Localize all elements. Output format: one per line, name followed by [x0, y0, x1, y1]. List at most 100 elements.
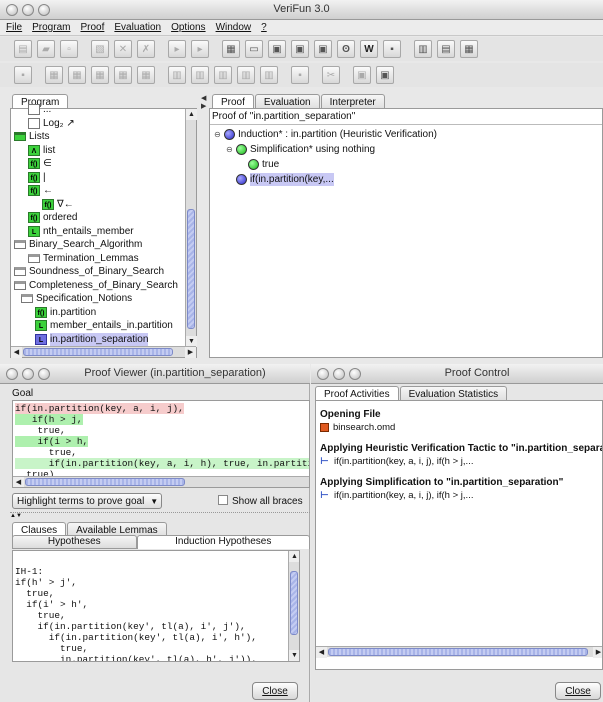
highlight-terms-dropdown[interactable]: Highlight terms to prove goal ▼: [12, 493, 162, 509]
program-tree-item[interactable]: Soundness_of_Binary_Search: [14, 265, 186, 279]
scroll-up-icon[interactable]: ▲: [186, 109, 197, 120]
program-tree-item[interactable]: f() in.partition: [14, 306, 186, 320]
tool-k-icon[interactable]: ▥: [260, 66, 278, 84]
program-tree-item[interactable]: f() ∈: [14, 157, 186, 171]
program-hscroll-thumb[interactable]: [23, 348, 173, 356]
program-tree-item[interactable]: Lin.partition_separation: [14, 332, 186, 347]
activities-scroll-right-icon[interactable]: ▶: [593, 647, 602, 658]
tool-i-icon[interactable]: ▥: [214, 66, 232, 84]
program-tree-item[interactable]: Lists: [14, 130, 186, 144]
menu-window[interactable]: Window: [216, 22, 252, 33]
program-tree-item[interactable]: Termination_Lemmas: [14, 252, 186, 266]
activity-item[interactable]: ⊢ if(in.partition(key, a, i, j), if(h > j…: [320, 456, 602, 467]
program-tree-item[interactable]: Lmember_entails_in.partition: [14, 319, 186, 333]
menu-options[interactable]: Options: [171, 22, 205, 33]
menu-file[interactable]: File: [6, 22, 22, 33]
goal-hscroll-thumb[interactable]: [25, 478, 185, 486]
menu-program[interactable]: Program: [32, 22, 70, 33]
program-tree-item[interactable]: f() ordered: [14, 211, 186, 225]
verifun-icon[interactable]: W: [360, 40, 378, 58]
program-tree-item[interactable]: Λlist: [14, 144, 186, 158]
activities-hscroll-thumb[interactable]: [328, 648, 588, 656]
activity-item[interactable]: binsearch.omd: [320, 422, 602, 433]
proof-tree-node[interactable]: ⊖ Induction* : in.partition (Heuristic Ve…: [214, 127, 594, 142]
program-tree-item[interactable]: Binary_Search_Algorithm: [14, 238, 186, 252]
menu-help[interactable]: ?: [261, 22, 267, 33]
view-icon[interactable]: ▪: [383, 40, 401, 58]
tree-toggle-icon[interactable]: ⊖: [214, 128, 224, 141]
goal-text[interactable]: if(in.partition(key, a, i, j), if(h > j,…: [15, 403, 309, 480]
activities-hscroll[interactable]: ◀ ▶: [316, 646, 602, 658]
proof-control-close-button[interactable]: Close: [555, 682, 601, 700]
open-file-icon[interactable]: ▰: [37, 40, 55, 58]
show-all-braces-checkbox[interactable]: [218, 495, 228, 505]
layout-two-icon[interactable]: ▤: [437, 40, 455, 58]
tool-g-icon[interactable]: ▥: [168, 66, 186, 84]
play-step-icon[interactable]: ▸: [191, 40, 209, 58]
program-hscroll[interactable]: ◀ ▶: [11, 346, 196, 358]
program-tree-item[interactable]: f() ←: [14, 184, 186, 198]
scroll-right-icon[interactable]: ▶: [185, 347, 196, 358]
scissors-icon[interactable]: ✂: [322, 66, 340, 84]
menu-evaluation[interactable]: Evaluation: [114, 22, 161, 33]
tool-l-icon[interactable]: ▪: [291, 66, 309, 84]
activities-scroll-left-icon[interactable]: ◀: [316, 647, 327, 658]
edit-icon[interactable]: ▧: [91, 40, 109, 58]
tab-induction-hypotheses[interactable]: Induction Hypotheses: [136, 535, 310, 549]
induction-hypotheses-text[interactable]: IH-1: if(h' > j', true, if(i' > h', true,…: [15, 566, 257, 661]
proof-tree-node-label: true: [262, 159, 280, 170]
program-tree-item-label: Soundness_of_Binary_Search: [29, 266, 165, 278]
tool-b-icon[interactable]: ▦: [45, 66, 63, 84]
activity-item[interactable]: ⊢ if(in.partition(key, a, i, j), if(h > j…: [320, 490, 602, 501]
program-tree-item[interactable]: Completeness_of_Binary_Search: [14, 279, 186, 293]
layout-three-icon[interactable]: ▦: [460, 40, 478, 58]
tab-hypotheses[interactable]: Hypotheses: [12, 535, 137, 549]
export-icon[interactable]: ▦: [222, 40, 240, 58]
tool-d-icon[interactable]: ▦: [91, 66, 109, 84]
program-tree-item[interactable]: ...: [14, 103, 186, 117]
program-tree-item[interactable]: f() ∇←: [14, 198, 186, 212]
program-tree-item[interactable]: Specification_Notions: [14, 292, 186, 306]
play-icon[interactable]: ▸: [168, 40, 186, 58]
program-tree-item[interactable]: Log₂ ↗: [14, 117, 186, 131]
tool-n-icon[interactable]: ▣: [376, 66, 394, 84]
layout-one-icon[interactable]: ▥: [414, 40, 432, 58]
tool-j-icon[interactable]: ▥: [237, 66, 255, 84]
scroll-left-icon[interactable]: ◀: [11, 347, 22, 358]
toolbar-bottom: ▪ ▦ ▦ ▦ ▦ ▦ ▥ ▥ ▥ ▥ ▥ ▪ ✂ ▣ ▣: [0, 63, 603, 87]
program-vscroll[interactable]: ▲ ▼: [185, 109, 197, 347]
delete-icon[interactable]: ✕: [114, 40, 132, 58]
goal-scroll-left-icon[interactable]: ◀: [13, 477, 24, 487]
program-vscroll-thumb[interactable]: [187, 209, 195, 329]
proof-tree-node[interactable]: ⊖ Simplification* using nothing: [214, 142, 594, 157]
delete-all-icon[interactable]: ✗: [137, 40, 155, 58]
duplicate-icon[interactable]: ▣: [314, 40, 332, 58]
proof-viewer-close-button[interactable]: Close: [252, 682, 298, 700]
tool-c-icon[interactable]: ▦: [68, 66, 86, 84]
window-icon[interactable]: ▭: [245, 40, 263, 58]
tool-h-icon[interactable]: ▥: [191, 66, 209, 84]
proof-tree-node[interactable]: if(in.partition(key,...: [214, 172, 594, 187]
program-tree-item[interactable]: Lnth_entails_member: [14, 225, 186, 239]
save-file-icon[interactable]: ▫: [60, 40, 78, 58]
goal-hscroll[interactable]: ◀: [13, 476, 309, 487]
tree-toggle-icon[interactable]: ⊖: [226, 143, 236, 156]
tool-f-icon[interactable]: ▦: [137, 66, 155, 84]
binoculars-icon[interactable]: ʘ: [337, 40, 355, 58]
proof-tree-node[interactable]: true: [214, 157, 594, 172]
splitter-handle[interactable]: ◀ ▶: [201, 94, 207, 358]
ih-vscroll[interactable]: ▲ ▼: [288, 551, 299, 661]
menu-proof[interactable]: Proof: [80, 22, 104, 33]
copy-icon[interactable]: ▣: [268, 40, 286, 58]
pane-divider[interactable]: ▲▼: [10, 512, 310, 519]
ih-vscroll-thumb[interactable]: [290, 571, 298, 635]
tool-m-icon[interactable]: ▣: [353, 66, 371, 84]
tool-e-icon[interactable]: ▦: [114, 66, 132, 84]
new-file-icon[interactable]: ▤: [14, 40, 32, 58]
tool-a-icon[interactable]: ▪: [14, 66, 32, 84]
program-tree-item[interactable]: f() |: [14, 171, 186, 185]
ih-scroll-up-icon[interactable]: ▲: [289, 551, 299, 562]
ih-scroll-down-icon[interactable]: ▼: [289, 650, 299, 661]
paste-icon[interactable]: ▣: [291, 40, 309, 58]
show-all-braces[interactable]: Show all braces: [218, 495, 303, 507]
